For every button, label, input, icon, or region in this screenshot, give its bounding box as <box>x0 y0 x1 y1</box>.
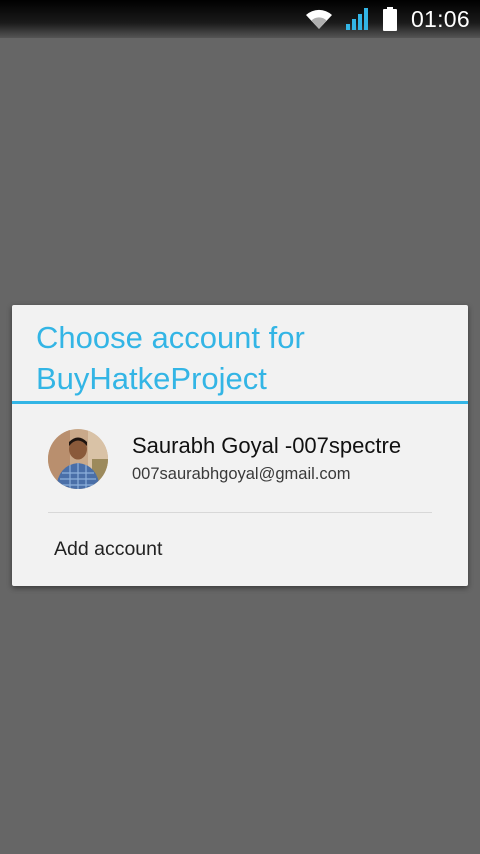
status-bar: 01:06 <box>0 0 480 38</box>
screen: 01:06 Choose account for BuyHatkeProject… <box>0 0 480 854</box>
battery-icon <box>382 7 397 31</box>
cell-signal-icon <box>345 7 371 31</box>
dialog-title: Choose account for BuyHatkeProject <box>36 320 305 396</box>
wifi-icon <box>305 8 333 30</box>
account-chooser-dialog: Choose account for BuyHatkeProject Saura… <box>12 305 468 586</box>
add-account-button[interactable]: Add account <box>12 513 468 586</box>
account-email: 007saurabhgoyal@gmail.com <box>132 465 351 483</box>
avatar <box>48 429 108 489</box>
account-list-item[interactable]: Saurabh Goyal -007spectre 007saurabhgoya… <box>12 404 468 512</box>
account-name: Saurabh Goyal -007spectre <box>132 433 402 458</box>
status-clock: 01:06 <box>410 5 470 32</box>
add-account-label: Add account <box>54 538 163 560</box>
